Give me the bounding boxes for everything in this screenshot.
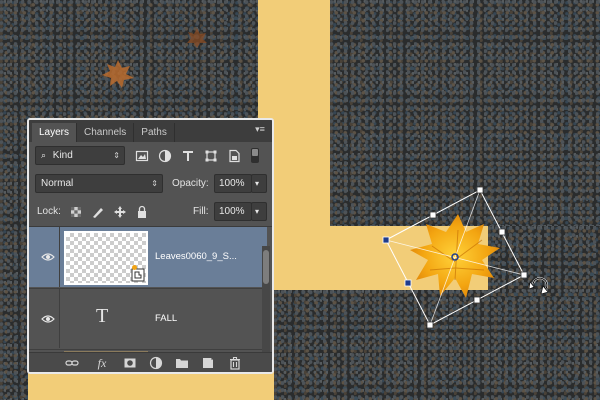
link-layers-icon[interactable] [65, 356, 79, 370]
handle-left-mid[interactable] [404, 279, 412, 287]
lock-label: Lock: [37, 206, 61, 217]
blend-mode-value: Normal [41, 178, 74, 189]
filter-toggle-switch[interactable] [251, 148, 259, 163]
chevron-updown-icon: ⇕ [113, 151, 120, 160]
handle-bottom-mid[interactable] [473, 296, 481, 304]
tab-paths[interactable]: Paths [134, 123, 175, 142]
panel-menu-icon[interactable]: ▾≡ [254, 124, 266, 134]
opacity-dropdown-button[interactable]: ▾ [251, 174, 267, 193]
visibility-eye-icon[interactable] [41, 314, 55, 324]
handle-top-left[interactable] [382, 236, 390, 244]
type-filter-icon[interactable] [181, 149, 195, 163]
layer-separator [59, 227, 60, 287]
layer-name[interactable]: FALL [155, 313, 177, 324]
panel-footer: fx [29, 352, 272, 372]
fx-icon[interactable]: fx [95, 356, 109, 370]
adjustment-filter-icon[interactable] [158, 149, 172, 163]
handle-top-right[interactable] [476, 186, 484, 194]
scrollbar-thumb[interactable] [263, 250, 269, 284]
small-leaf-image-2 [187, 28, 207, 48]
layers-panel: Layers Channels Paths ▾≡ ⌕ Kind ⇕ Normal… [27, 118, 274, 374]
lock-image-pixels-icon[interactable] [91, 205, 105, 219]
tab-channels[interactable]: Channels [77, 123, 135, 142]
layers-scrollbar[interactable] [262, 246, 270, 354]
layer-row-text[interactable]: T FALL [29, 288, 267, 348]
kind-filter-label: Kind [52, 150, 73, 161]
lock-position-icon[interactable] [113, 205, 127, 219]
chevron-down-icon: ▾ [255, 179, 260, 188]
lock-transparent-pixels-icon[interactable] [69, 205, 83, 219]
opacity-input[interactable]: 100% [214, 174, 252, 193]
chevron-down-icon: ▾ [255, 207, 260, 216]
lock-row: Lock: Fill: 100% ▾ [29, 202, 272, 222]
asphalt-texture-top-right [330, 0, 600, 226]
blend-row: Normal ⇕ Opacity: 100% ▾ [29, 174, 272, 194]
layer-name[interactable]: Leaves0060_9_S... [155, 251, 237, 262]
delete-layer-icon[interactable] [228, 356, 242, 370]
tab-layers[interactable]: Layers [32, 123, 78, 142]
opacity-label: Opacity: [172, 178, 209, 189]
asphalt-texture-right [488, 226, 600, 296]
lock-all-icon[interactable] [135, 205, 149, 219]
handle-top-mid[interactable] [429, 211, 437, 219]
asphalt-texture-left-strip [0, 119, 28, 400]
layer-separator [59, 289, 60, 348]
kind-filter-select[interactable]: ⌕ Kind ⇕ [35, 146, 125, 165]
layer-row-smart-object[interactable]: Leaves0060_9_S... [29, 227, 267, 287]
chevron-updown-icon: ⇕ [151, 179, 158, 188]
visibility-eye-icon[interactable] [41, 252, 55, 262]
layer-list: Leaves0060_9_S... T FALL [29, 227, 272, 354]
text-layer-thumbnail-icon: T [96, 305, 109, 327]
adjustment-layer-icon[interactable] [149, 356, 163, 370]
shape-filter-icon[interactable] [204, 149, 218, 163]
handle-bottom-right[interactable] [520, 271, 528, 279]
small-leaf-image [102, 60, 134, 88]
new-group-icon[interactable] [175, 356, 189, 370]
fill-input[interactable]: 100% [214, 202, 252, 221]
handle-bottom-left[interactable] [426, 321, 434, 329]
maple-leaf-image[interactable] [408, 210, 503, 305]
smart-object-badge-icon [131, 268, 145, 282]
search-icon: ⌕ [41, 150, 47, 160]
layer-thumbnail [64, 231, 148, 285]
add-mask-icon[interactable] [123, 356, 137, 370]
smart-object-filter-icon[interactable] [227, 149, 241, 163]
filter-row: ⌕ Kind ⇕ [29, 146, 272, 166]
handle-right-mid[interactable] [498, 228, 506, 236]
asphalt-texture-bottom [274, 290, 600, 400]
fill-label: Fill: [193, 206, 209, 217]
fill-dropdown-button[interactable]: ▾ [251, 202, 267, 221]
new-layer-icon[interactable] [201, 356, 215, 370]
pixel-filter-icon[interactable] [135, 149, 149, 163]
leaf-thumbnail-dot [132, 265, 137, 270]
blend-mode-select[interactable]: Normal ⇕ [35, 174, 163, 193]
panel-tab-bar: Layers Channels Paths ▾≡ [29, 120, 272, 142]
